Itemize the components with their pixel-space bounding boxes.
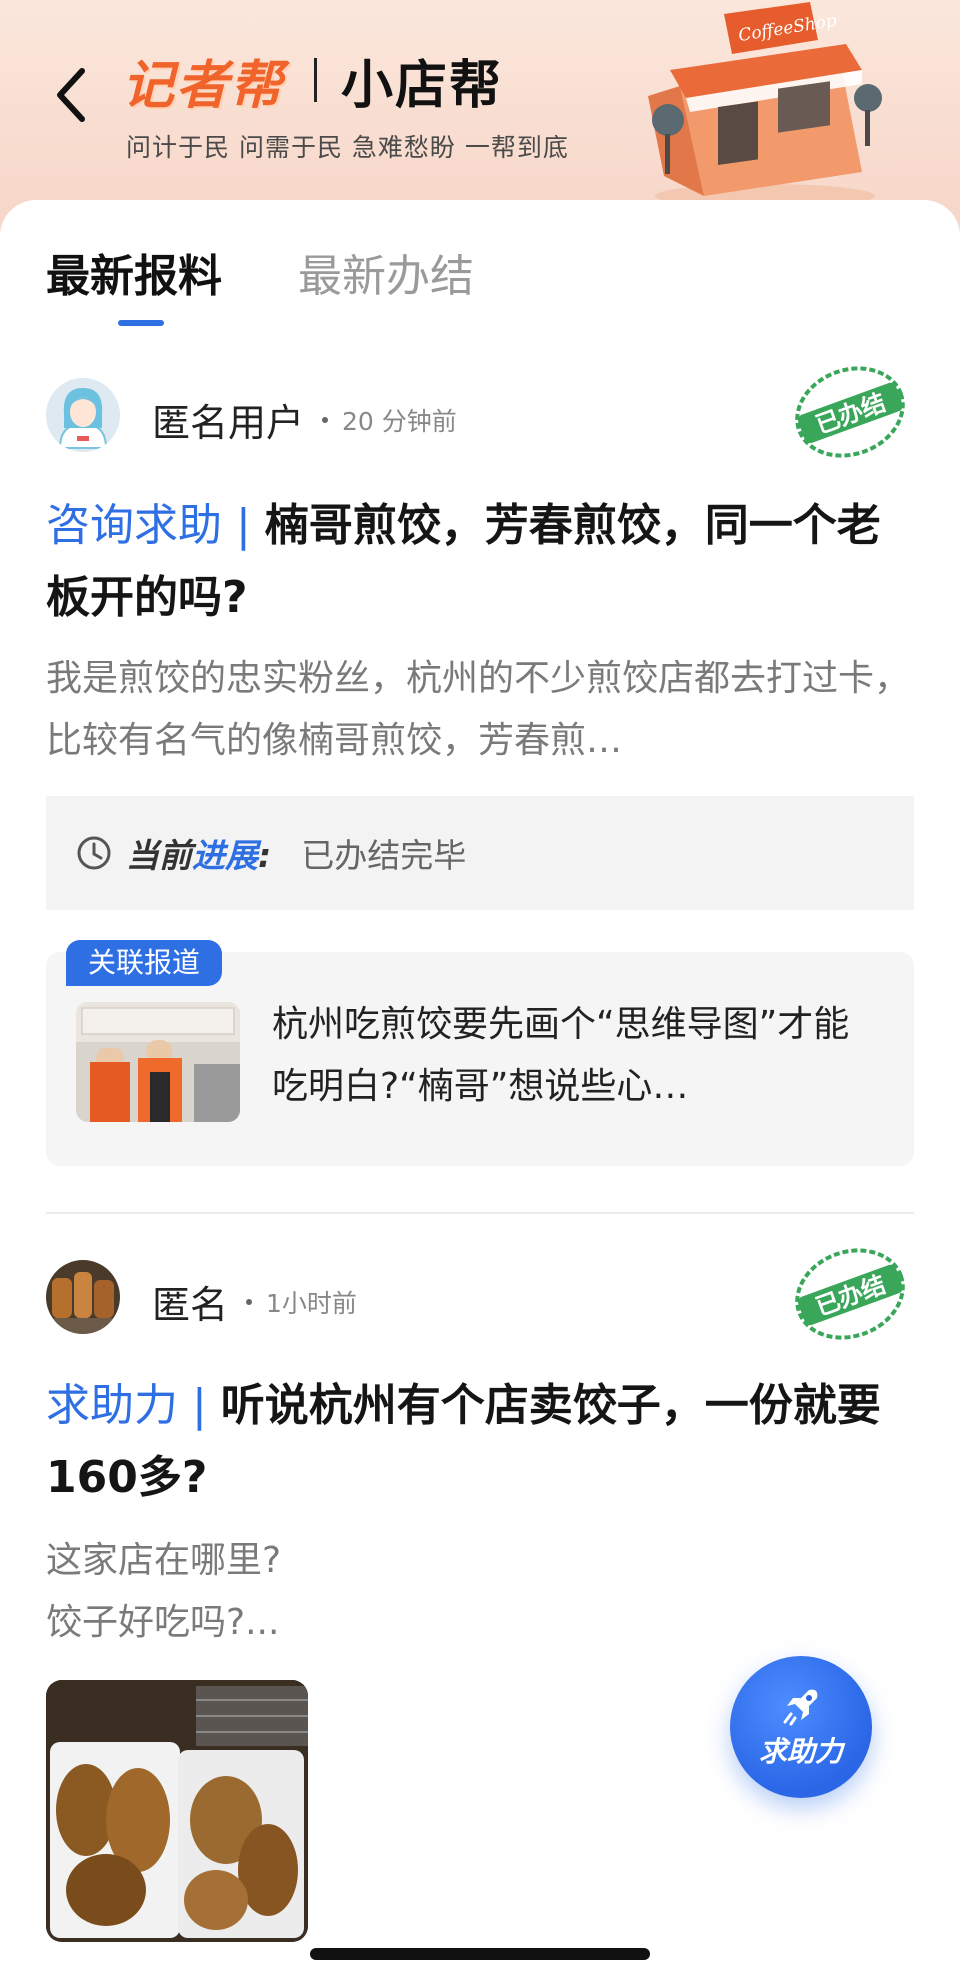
brand-header: 记者帮 小店帮	[122, 48, 503, 116]
tab-latest-reports[interactable]: 最新报料	[46, 240, 222, 304]
back-button[interactable]	[40, 60, 100, 130]
post-divider	[46, 1212, 914, 1214]
fab-label: 求助力	[758, 1735, 843, 1768]
resolved-stamp-icon: 已办结	[795, 366, 905, 458]
resolved-stamp-icon: 已办结	[795, 1248, 905, 1340]
post-excerpt: 我是煎饺的忠实粉丝，杭州的不少煎饺店都去打过卡，比较有名气的像楠哥煎饺，芳春煎…	[46, 658, 911, 761]
stamp-text: 已办结	[812, 1270, 889, 1321]
help-fab-button[interactable]: 求助力	[730, 1656, 872, 1798]
post-excerpt: 这家店在哪里? 饺子好吃吗?...	[46, 1530, 914, 1654]
separator-dot	[246, 1298, 253, 1305]
post-category: 求助力 |	[46, 1380, 221, 1431]
brand-logo-text: 记者帮	[122, 55, 285, 116]
brand-divider	[314, 58, 318, 102]
avatar-girl-icon	[46, 378, 120, 452]
related-report-title: 杭州吃煎饺要先画个“思维导图”才能吃明白?“楠哥”想说些心…	[272, 1004, 850, 1107]
avatar	[46, 1260, 120, 1334]
post-excerpt-line: 饺子好吃吗?...	[46, 1602, 280, 1643]
tab-bar: 最新报料 最新办结	[46, 240, 474, 304]
slogan: 问计于民 问需于民 急难愁盼 一帮到底	[126, 133, 569, 162]
post-title[interactable]: 求助力 | 听说杭州有个店卖饺子，一份就要160多?	[46, 1370, 914, 1514]
post-time: 1小时前	[266, 1288, 357, 1318]
user-name: 匿名用户	[152, 401, 305, 445]
post-time: 20 分钟前	[342, 406, 457, 436]
related-report-tag: 关联报道	[66, 940, 223, 986]
post-title[interactable]: 咨询求助 | 楠哥煎饺，芳春煎饺，同一个老板开的吗?	[46, 490, 914, 634]
post-image[interactable]	[46, 1680, 308, 1942]
post-excerpt-line: 这家店在哪里?	[46, 1540, 282, 1581]
avatar-food-icon	[46, 1260, 120, 1334]
tab-active-indicator	[118, 320, 164, 326]
clock-icon	[77, 836, 111, 870]
avatar	[46, 378, 120, 452]
tab-latest-resolved[interactable]: 最新办结	[298, 240, 474, 304]
stamp-text: 已办结	[812, 388, 889, 439]
post-meta: 匿名用户 20 分钟前	[152, 392, 457, 447]
progress-box: 当前进展: 已办结完毕	[46, 796, 914, 910]
progress-value: 已办结完毕	[301, 836, 467, 875]
separator-dot	[322, 416, 329, 423]
related-report-thumbnail	[76, 1002, 240, 1122]
coffee-shop-illustration: CoffeeShop	[648, 2, 882, 208]
progress-label: 当前进展:	[126, 836, 272, 875]
page-title: 小店帮	[341, 55, 504, 116]
post-category: 咨询求助 |	[46, 500, 265, 551]
chevron-left-icon	[57, 68, 85, 122]
post-meta: 匿名 1小时前	[152, 1274, 357, 1329]
home-indicator[interactable]	[310, 1948, 650, 1960]
user-name: 匿名	[152, 1283, 229, 1327]
related-report-card[interactable]: 关联报道 杭州吃煎饺要先画个“思维导图”才能吃明白?“楠哥”想说些心…	[46, 940, 914, 1166]
rocket-icon	[783, 1689, 818, 1726]
